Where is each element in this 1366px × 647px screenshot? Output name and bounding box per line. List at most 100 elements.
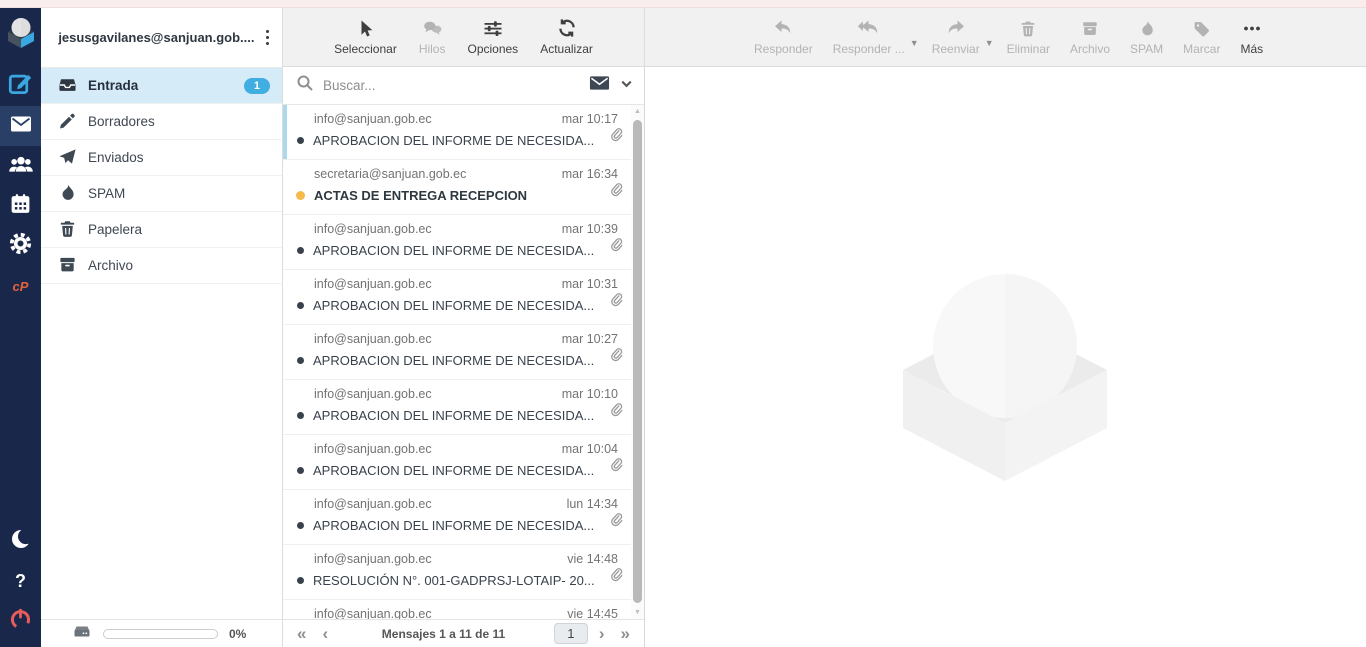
kebab-menu-icon[interactable]: [261, 26, 275, 50]
quota-progress-bar: [103, 629, 218, 639]
spam-label: SPAM: [1130, 42, 1163, 56]
roundcube-logo: [4, 15, 38, 54]
message-subject: APROBACION DEL INFORME DE NECESIDA...: [313, 298, 618, 313]
search-input[interactable]: [323, 78, 580, 93]
folder-label: SPAM: [88, 186, 125, 201]
folder-label: Papelera: [88, 222, 142, 237]
message-row[interactable]: info@sanjuan.gob.ec vie 14:48 RESOLUCIÓN…: [283, 545, 644, 600]
message-row[interactable]: info@sanjuan.gob.ec vie 14:45: [283, 600, 644, 619]
message-row[interactable]: info@sanjuan.gob.ec mar 10:10 APROBACION…: [283, 380, 644, 435]
message-status-dot: [297, 137, 304, 144]
attachment-paperclip-icon: [609, 566, 624, 588]
last-page-button[interactable]: »: [616, 625, 635, 642]
mark-button[interactable]: Marcar: [1174, 14, 1229, 60]
compose-button[interactable]: [0, 66, 41, 106]
dark-mode-button[interactable]: [0, 521, 41, 561]
moon-icon: [9, 527, 33, 556]
message-toolbar: Responder Responder ... ▼: [645, 8, 1366, 66]
folder-label: Borradores: [88, 114, 155, 129]
folder-item-entrada[interactable]: Entrada 1: [41, 68, 282, 104]
attachment-paperclip-icon: [609, 236, 624, 258]
message-time: mar 10:39: [562, 222, 618, 236]
help-icon: ?: [15, 571, 26, 592]
message-row[interactable]: secretaria@sanjuan.gob.ec mar 16:34 ACTA…: [283, 160, 644, 215]
account-header[interactable]: jesusgavilanes@sanjuan.gob....: [41, 8, 282, 68]
threads-label: Hilos: [419, 42, 446, 56]
prev-page-button[interactable]: ‹: [317, 625, 333, 642]
scroll-up-icon[interactable]: ▲: [631, 108, 644, 115]
settings-nav-button[interactable]: [0, 226, 41, 266]
message-status-dot: [297, 247, 304, 254]
folder-item-borradores[interactable]: Borradores: [41, 104, 282, 140]
message-row[interactable]: info@sanjuan.gob.ec mar 10:17 APROBACION…: [283, 105, 644, 160]
more-button[interactable]: Más: [1231, 14, 1272, 60]
message-sender: info@sanjuan.gob.ec: [314, 277, 432, 291]
refresh-label: Actualizar: [540, 42, 593, 56]
disk-icon: [72, 622, 92, 645]
reply-button[interactable]: Responder: [745, 14, 822, 60]
tag-icon: [1192, 18, 1211, 38]
search-options-chevron-icon[interactable]: [619, 76, 634, 96]
message-sender: info@sanjuan.gob.ec: [314, 607, 432, 619]
message-row[interactable]: info@sanjuan.gob.ec lun 14:34 APROBACION…: [283, 490, 644, 545]
next-page-button[interactable]: ›: [594, 625, 610, 642]
calendar-nav-button[interactable]: [0, 186, 41, 226]
folders-panel: jesusgavilanes@sanjuan.gob.... Entrada 1: [41, 8, 283, 647]
message-list: info@sanjuan.gob.ec mar 10:17 APROBACION…: [283, 105, 644, 619]
mail-nav-button[interactable]: [0, 106, 41, 146]
message-status-dot: [297, 467, 304, 474]
message-row[interactable]: info@sanjuan.gob.ec mar 10:04 APROBACION…: [283, 435, 644, 490]
list-scrollbar[interactable]: ▲ ▼: [631, 105, 644, 619]
message-subject: RESOLUCIÓN N°. 001-GADPRSJ-LOTAIP- 20...: [313, 573, 618, 588]
delete-label: Eliminar: [1007, 42, 1050, 56]
quota-percent: 0%: [229, 627, 246, 641]
message-sender: info@sanjuan.gob.ec: [314, 222, 432, 236]
message-count-label: Mensajes 1 a 11 de 11: [339, 627, 548, 641]
forward-caret-icon[interactable]: ▼: [985, 38, 994, 48]
message-time: lun 14:34: [567, 497, 618, 511]
page-number-input[interactable]: 1: [554, 623, 588, 644]
folder-item-archivo[interactable]: Archivo: [41, 248, 282, 284]
spam-button[interactable]: SPAM: [1121, 14, 1172, 60]
archive-button[interactable]: Archivo: [1061, 14, 1119, 60]
logout-button[interactable]: [0, 601, 41, 641]
folder-item-enviados[interactable]: Enviados: [41, 140, 282, 176]
folder-item-papelera[interactable]: Papelera: [41, 212, 282, 248]
folder-label: Enviados: [88, 150, 144, 165]
attachment-paperclip-icon: [609, 346, 624, 368]
message-row[interactable]: info@sanjuan.gob.ec mar 10:27 APROBACION…: [283, 325, 644, 380]
attachment-paperclip-icon: [609, 126, 624, 148]
reply-all-button[interactable]: Responder ...: [824, 14, 914, 60]
first-page-button[interactable]: «: [292, 625, 311, 642]
refresh-button[interactable]: Actualizar: [531, 14, 602, 60]
threads-button[interactable]: Hilos: [410, 14, 455, 60]
reply-all-label: Responder ...: [833, 42, 905, 56]
reply-all-caret-icon[interactable]: ▼: [910, 38, 919, 48]
message-subject: APROBACION DEL INFORME DE NECESIDA...: [313, 243, 618, 258]
search-scope-envelope-icon[interactable]: [589, 74, 610, 97]
list-toolbar: Seleccionar Hilos: [283, 8, 645, 66]
contacts-nav-button[interactable]: [0, 146, 41, 186]
help-button[interactable]: ?: [0, 561, 41, 601]
message-subject: APROBACION DEL INFORME DE NECESIDA...: [313, 408, 618, 423]
message-status-dot: [297, 302, 304, 309]
attachment-paperclip-icon: [609, 181, 624, 203]
forward-button[interactable]: Reenviar: [923, 14, 989, 60]
trash-icon: [1019, 18, 1037, 38]
search-bar: [283, 67, 644, 105]
archive-label: Archivo: [1070, 42, 1110, 56]
folder-item-spam[interactable]: SPAM: [41, 176, 282, 212]
options-button[interactable]: Opciones: [458, 14, 527, 60]
select-button[interactable]: Seleccionar: [325, 14, 406, 60]
message-row[interactable]: info@sanjuan.gob.ec mar 10:39 APROBACION…: [283, 215, 644, 270]
compose-icon: [8, 71, 33, 101]
message-time: mar 16:34: [562, 167, 618, 181]
delete-button[interactable]: Eliminar: [998, 14, 1059, 60]
message-sender: info@sanjuan.gob.ec: [314, 112, 432, 126]
scrollbar-thumb[interactable]: [633, 120, 642, 603]
cpanel-button[interactable]: cP: [0, 266, 41, 306]
message-row[interactable]: info@sanjuan.gob.ec mar 10:31 APROBACION…: [283, 270, 644, 325]
scroll-down-icon[interactable]: ▼: [631, 609, 644, 616]
reply-label: Responder: [754, 42, 813, 56]
unread-badge: 1: [244, 78, 270, 94]
